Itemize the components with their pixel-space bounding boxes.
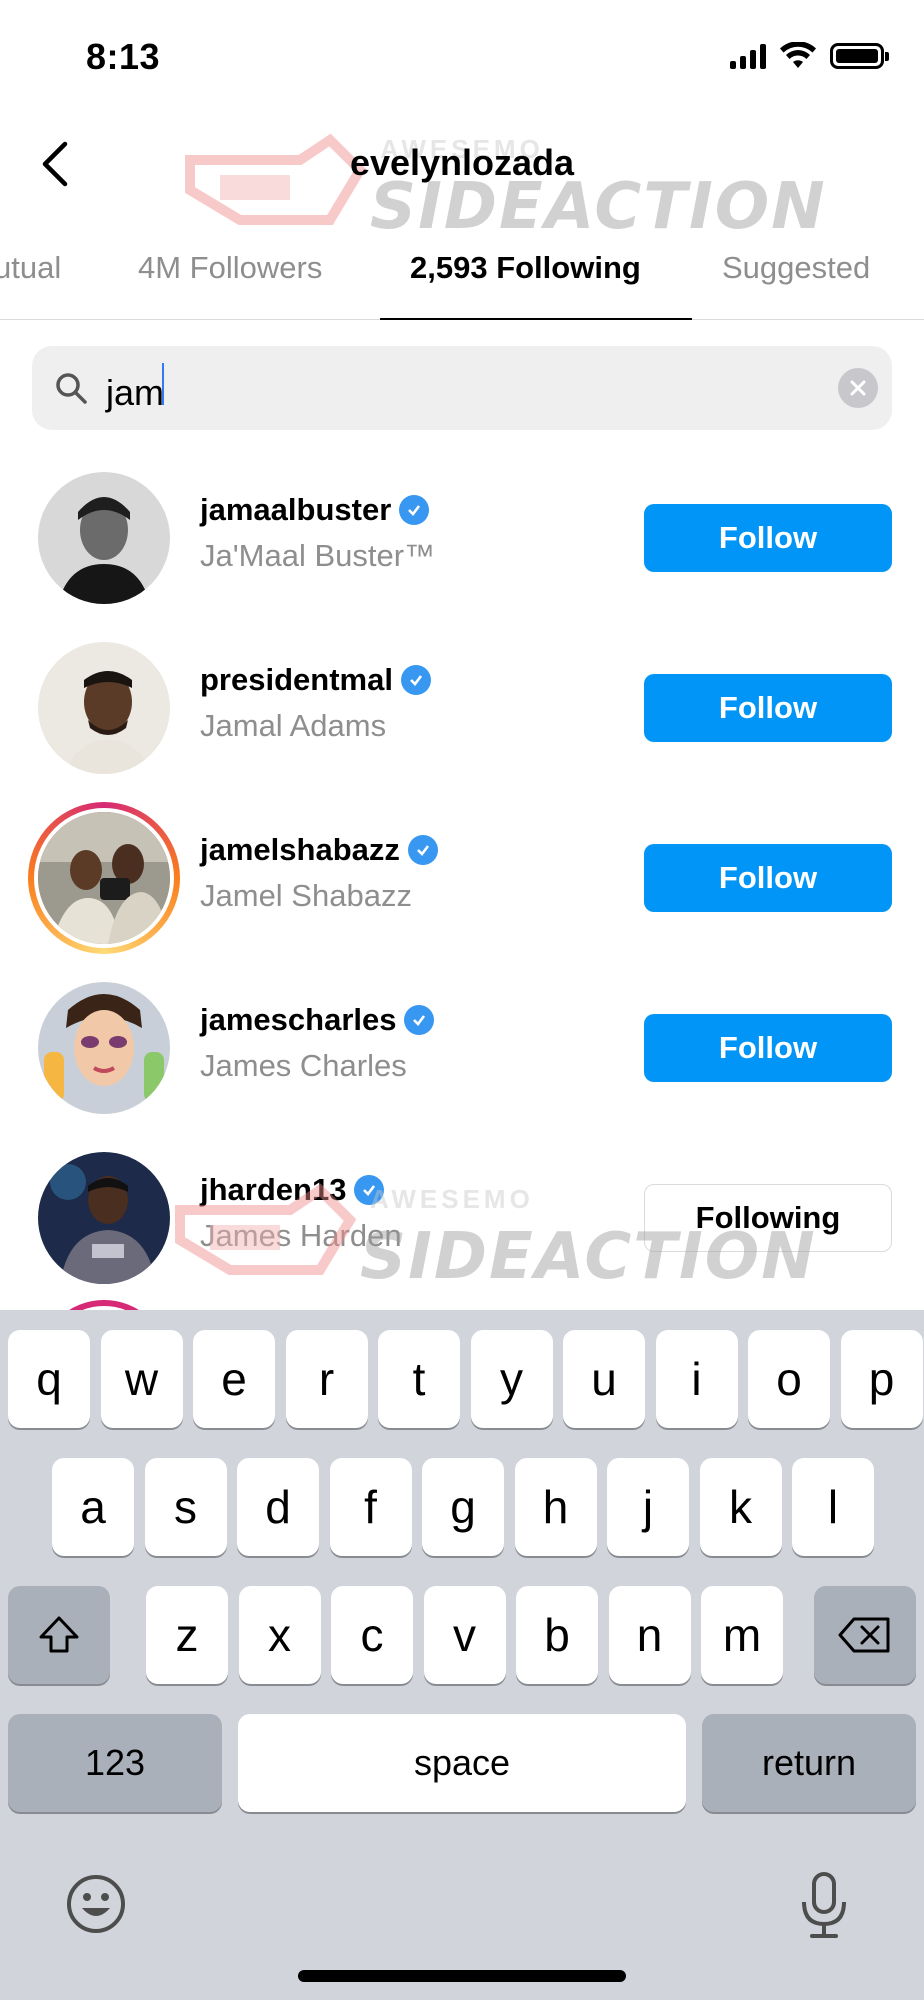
avatar-with-story-ring[interactable] [28, 802, 180, 954]
tab-followers[interactable]: 4M Followers [138, 250, 322, 286]
tab-mutual[interactable]: utual [0, 250, 61, 286]
avatar[interactable] [38, 642, 170, 774]
profile-username-title: evelynlozada [349, 142, 575, 183]
key-r[interactable]: r [285, 1330, 368, 1428]
status-time: 8:13 [86, 36, 161, 77]
username-text[interactable]: jamescharles [200, 1002, 396, 1038]
following-button[interactable]: Following [644, 1184, 892, 1252]
key-p[interactable]: p [840, 1330, 923, 1428]
tab-bar: utual 4M Followers 2,593 Following Sugge… [0, 232, 924, 320]
return-key[interactable]: return [702, 1714, 916, 1812]
list-item[interactable]: jamelshabazz Jamel Shabazz Follow [0, 802, 924, 974]
search-input[interactable]: jam [106, 362, 892, 414]
status-bar: 8:13 [0, 0, 924, 120]
key-o[interactable]: o [748, 1330, 830, 1428]
key-n[interactable]: n [608, 1586, 691, 1684]
search-icon [56, 373, 87, 404]
home-indicator [298, 1970, 626, 1982]
delete-key[interactable] [814, 1586, 916, 1684]
follow-button[interactable]: Follow [644, 504, 892, 572]
key-v[interactable]: v [423, 1586, 506, 1684]
avatar[interactable] [38, 1152, 170, 1284]
key-d[interactable]: d [237, 1458, 319, 1556]
key-i[interactable]: i [655, 1330, 738, 1428]
key-x[interactable]: x [238, 1586, 321, 1684]
verified-badge-icon [400, 665, 431, 695]
shift-key[interactable] [8, 1586, 110, 1684]
account-username[interactable]: jharden13 [200, 1172, 385, 1208]
avatar[interactable] [38, 472, 170, 604]
search-bar[interactable]: jam [32, 346, 892, 430]
key-w[interactable]: w [100, 1330, 183, 1428]
verified-badge-icon [354, 1175, 385, 1205]
account-full-name: James Charles [200, 1048, 407, 1083]
key-m[interactable]: m [701, 1586, 783, 1684]
cellular-signal-icon [730, 43, 766, 69]
key-h[interactable]: h [514, 1458, 597, 1556]
account-full-name: Jamel Shabazz [200, 878, 412, 913]
dictation-button[interactable] [796, 1870, 852, 1942]
key-e[interactable]: e [193, 1330, 275, 1428]
keyboard: 123 space return qwertyuiop asdfghjkl zxcv… [0, 1310, 924, 2000]
active-tab-indicator [380, 318, 692, 320]
list-item[interactable]: jamescharles James Charles Follow [0, 974, 924, 1144]
microphone-icon [802, 1872, 846, 1938]
list-item[interactable]: jharden13 James Harden Following [0, 1144, 924, 1314]
list-item[interactable]: presidentmal Jamal Adams Follow [0, 634, 924, 804]
space-key[interactable]: space [238, 1714, 686, 1812]
key-f[interactable]: f [329, 1458, 412, 1556]
username-text[interactable]: jharden13 [200, 1172, 346, 1208]
account-username[interactable]: presidentmal [200, 662, 431, 698]
status-icons [730, 42, 889, 70]
emoji-button[interactable] [64, 1872, 128, 1936]
verified-badge-icon [407, 835, 438, 865]
key-l[interactable]: l [792, 1458, 874, 1556]
shift-icon [39, 1616, 79, 1653]
backspace-icon [838, 1617, 890, 1653]
key-b[interactable]: b [516, 1586, 598, 1684]
key-a[interactable]: a [52, 1458, 134, 1556]
tab-following[interactable]: 2,593 Following [410, 250, 641, 286]
account-full-name: James Harden [200, 1218, 402, 1253]
account-full-name: Jamal Adams [200, 708, 387, 743]
follow-button[interactable]: Follow [644, 674, 892, 742]
follow-button[interactable]: Follow [644, 1014, 892, 1082]
battery-icon [830, 43, 889, 69]
username-text[interactable]: jamaalbuster [200, 492, 391, 528]
avatar[interactable] [38, 982, 170, 1114]
wifi-icon [780, 42, 816, 68]
key-u[interactable]: u [563, 1330, 645, 1428]
verified-badge-icon [404, 1005, 435, 1035]
emoji-icon [67, 1875, 125, 1933]
key-k[interactable]: k [699, 1458, 782, 1556]
account-username[interactable]: jamescharles [200, 1002, 435, 1038]
key-y[interactable]: y [470, 1330, 553, 1428]
tab-suggested[interactable]: Suggested [722, 250, 870, 286]
key-t[interactable]: t [378, 1330, 460, 1428]
account-username[interactable]: jamaalbuster [200, 492, 430, 528]
key-s[interactable]: s [144, 1458, 227, 1556]
key-g[interactable]: g [422, 1458, 504, 1556]
verified-badge-icon [399, 495, 430, 525]
key-c[interactable]: c [331, 1586, 413, 1684]
account-username[interactable]: jamelshabazz [200, 832, 438, 868]
username-text[interactable]: jamelshabazz [200, 832, 400, 868]
close-icon [850, 380, 866, 396]
follow-button[interactable]: Follow [644, 844, 892, 912]
numbers-key[interactable]: 123 [8, 1714, 222, 1812]
key-q[interactable]: q [8, 1330, 90, 1428]
account-full-name: Ja'Maal Buster™ [200, 538, 436, 573]
header: evelynlozada [0, 120, 924, 210]
text-cursor [162, 362, 165, 405]
list-item[interactable]: jamaalbuster Ja'Maal Buster™ Follow [0, 464, 924, 634]
key-z[interactable]: z [146, 1586, 228, 1684]
username-text[interactable]: presidentmal [200, 662, 393, 698]
clear-search-button[interactable] [838, 368, 878, 408]
key-j[interactable]: j [607, 1458, 689, 1556]
